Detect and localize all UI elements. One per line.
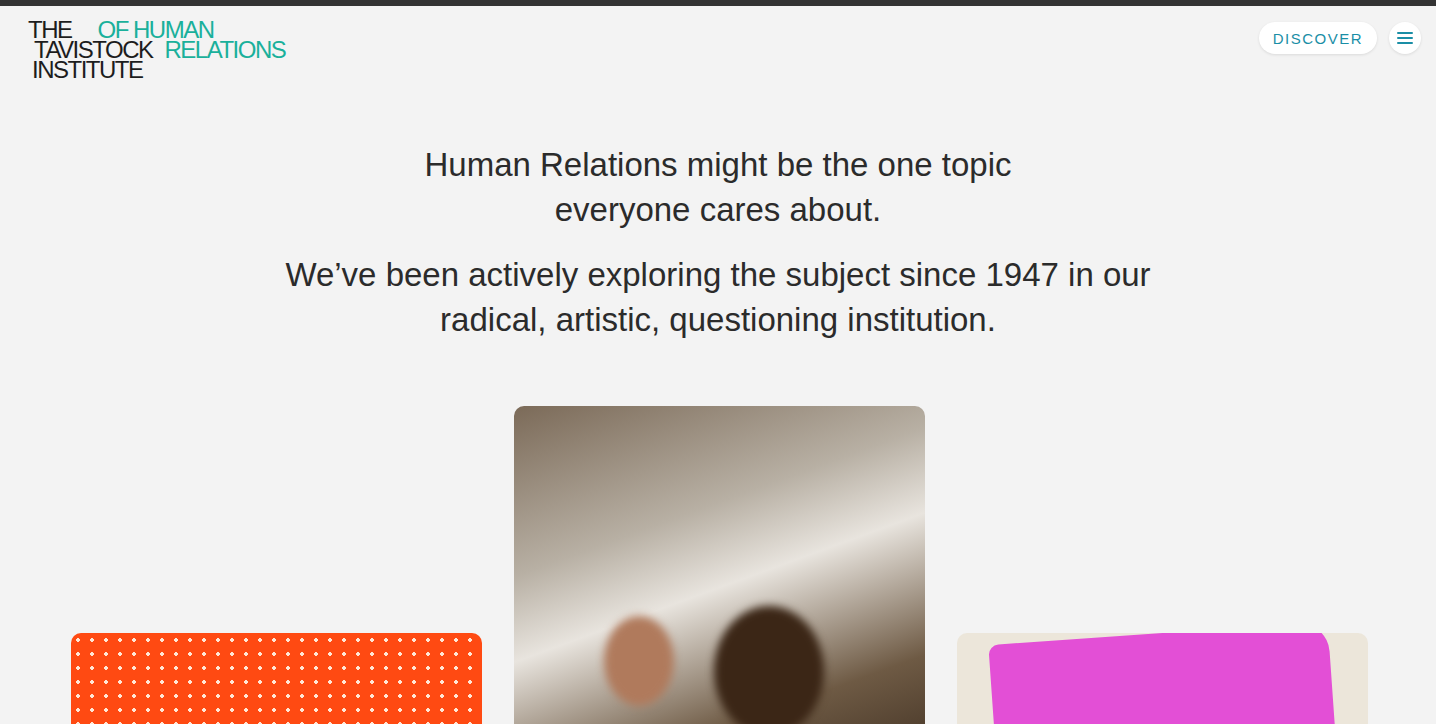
page: THE OF HUMANTAVISTOCK RELATIONS INSTITUTE DI… bbox=[0, 0, 1436, 724]
logo-text: TAVISTOCK bbox=[34, 40, 153, 60]
logo-text: OF HUMAN bbox=[98, 20, 214, 40]
card[interactable] bbox=[514, 406, 925, 724]
logo[interactable]: THE OF HUMANTAVISTOCK RELATIONS INSTITUTE bbox=[28, 20, 285, 80]
discover-button[interactable]: DISCOVER bbox=[1259, 22, 1377, 54]
menu-button[interactable] bbox=[1389, 22, 1421, 54]
intro: Human Relations might be the one topicev… bbox=[0, 142, 1436, 342]
logo-text: RELATIONS bbox=[165, 40, 286, 60]
photo-figures bbox=[514, 406, 925, 724]
logo-line: TAVISTOCK RELATIONS bbox=[28, 40, 285, 60]
logo-line: INSTITUTE bbox=[28, 60, 285, 80]
header-actions: DISCOVER bbox=[1259, 20, 1421, 54]
intro-line: We’ve been actively exploring the subjec… bbox=[285, 252, 1150, 297]
intro-line: everyone cares about. bbox=[555, 187, 882, 232]
header: THE OF HUMANTAVISTOCK RELATIONS INSTITUTE DI… bbox=[0, 6, 1436, 80]
intro-paragraph: Human Relations might be the one topicev… bbox=[424, 142, 1011, 232]
logo-text: INSTITUTE bbox=[32, 60, 143, 80]
logo-line: THE OF HUMAN bbox=[28, 20, 285, 40]
intro-line: Human Relations might be the one topic bbox=[424, 142, 1011, 187]
pink-blob bbox=[988, 633, 1345, 724]
logo-text: THE bbox=[28, 20, 72, 40]
intro-paragraph: We’ve been actively exploring the subjec… bbox=[285, 252, 1150, 342]
intro-line: radical, artistic, questioning instituti… bbox=[440, 297, 996, 342]
card[interactable] bbox=[71, 633, 482, 724]
top-bar bbox=[0, 0, 1436, 6]
cards bbox=[0, 406, 1436, 724]
hamburger-icon bbox=[1397, 31, 1413, 45]
card[interactable] bbox=[957, 633, 1368, 724]
